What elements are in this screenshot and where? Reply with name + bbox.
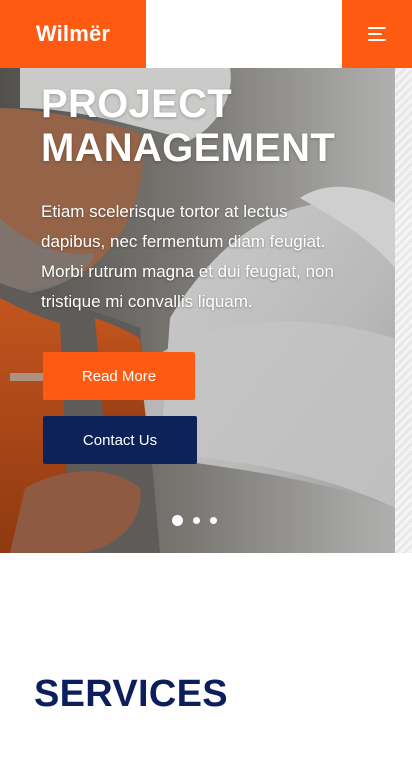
read-more-button[interactable]: Read More	[43, 352, 195, 400]
logo-block[interactable]: Wilmër	[0, 0, 146, 68]
slider-pagination	[172, 514, 217, 526]
slider-dot-3[interactable]	[210, 516, 217, 524]
slider-dot-1-active[interactable]	[172, 514, 183, 526]
site-logo[interactable]: Wilmër	[36, 21, 110, 47]
hero-title: PROJECT MANAGEMENT	[41, 82, 391, 170]
hero-description: Etiam scelerisque tortor at lectus dapib…	[41, 202, 334, 311]
services-heading: SERVICES	[34, 673, 228, 715]
slider-dot-2[interactable]	[193, 516, 200, 524]
menu-button[interactable]	[342, 0, 412, 68]
hero-title-line-2: MANAGEMENT	[41, 126, 336, 170]
site-header: Wilmër	[0, 0, 412, 68]
contact-us-button[interactable]: Contact Us	[43, 416, 197, 464]
hero-title-line-1: PROJECT	[41, 82, 233, 126]
hero-slider[interactable]: PROJECT MANAGEMENT Etiam scelerisque tort…	[0, 68, 412, 553]
hero-edge-pattern	[395, 68, 412, 553]
